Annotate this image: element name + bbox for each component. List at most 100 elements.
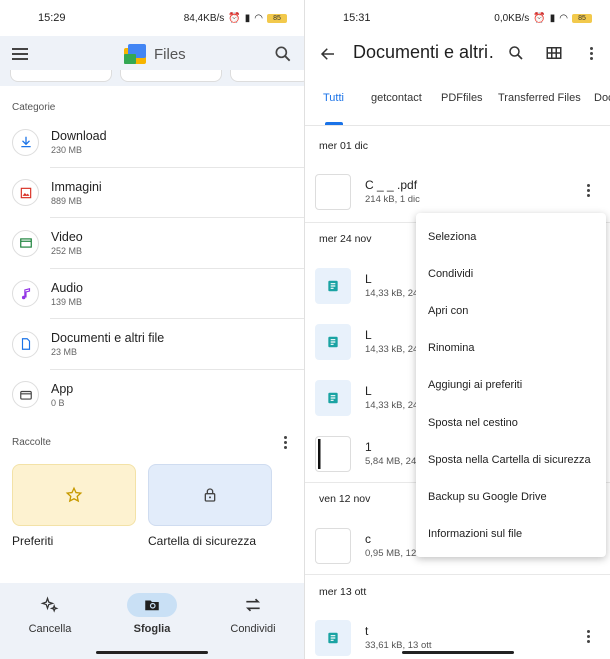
date-header: mer 13 ott: [319, 586, 367, 598]
category-documents[interactable]: Documenti e altri file 23 MB: [0, 319, 305, 370]
tab-transferred-files[interactable]: Transferred Files: [498, 92, 581, 104]
file-thumbnail: [315, 380, 351, 416]
signal-icon: ▮: [549, 12, 556, 24]
menu-item-move-to-safe-folder[interactable]: Sposta nella Cartella di sicurezza: [416, 441, 606, 478]
category-name: Documenti e altri file: [51, 331, 165, 346]
category-video[interactable]: Video 252 MB: [0, 218, 305, 269]
video-icon: [19, 238, 32, 248]
tab-pdffiles[interactable]: PDFfiles: [441, 92, 483, 104]
search-icon[interactable]: [273, 44, 293, 64]
nav-share[interactable]: Condividi: [203, 593, 303, 635]
collection-label: Cartella di sicurezza: [148, 534, 257, 548]
folder-tabs: Tutti getcontact PDFfiles Transferred Fi…: [305, 80, 610, 126]
file-thumbnail: [315, 528, 351, 564]
chip[interactable]: [230, 70, 305, 82]
menu-item-file-info[interactable]: Informazioni sul file: [416, 516, 606, 553]
wifi-icon: ◠: [559, 12, 568, 24]
file-name: c: [365, 532, 371, 546]
category-name: App: [51, 381, 74, 396]
collections-label: Raccolte: [12, 436, 51, 448]
battery-icon: 85: [267, 13, 287, 23]
document-icon: [21, 338, 30, 351]
nav-label: Cancella: [28, 623, 72, 635]
status-bar: 15:31 0,0KB/s ⏰ ▮ ◠ 85: [305, 0, 610, 36]
menu-item-rename[interactable]: Rinomina: [416, 330, 606, 367]
category-size: 23 MB: [51, 347, 78, 358]
file-name: t: [365, 624, 369, 638]
tab-documents[interactable]: Doc: [594, 92, 610, 104]
category-images[interactable]: Immagini 889 MB: [0, 168, 305, 218]
file-name: C _ _ .pdf: [365, 178, 418, 192]
files-browse-screen: 15:29 84,4KB/s ⏰ ▮ ◠ 85 Files Categorie …: [0, 0, 305, 659]
category-app[interactable]: App 0 B: [0, 370, 305, 421]
category-name: Download: [51, 129, 107, 144]
category-download[interactable]: Download 230 MB: [0, 117, 305, 168]
more-vert-icon[interactable]: [277, 434, 293, 450]
image-icon: [20, 187, 31, 198]
wifi-icon: ◠: [254, 12, 263, 24]
menu-item-move-to-trash[interactable]: Sposta nel cestino: [416, 404, 606, 441]
menu-item-add-favorites[interactable]: Aggiungi ai preferiti: [416, 367, 606, 404]
category-size: 0 B: [51, 397, 65, 408]
chip[interactable]: [120, 70, 222, 82]
category-audio[interactable]: Audio 139 MB: [0, 269, 305, 319]
lock-icon: [204, 488, 216, 502]
tab-getcontact[interactable]: getcontact: [371, 92, 422, 104]
swap-icon: [245, 598, 261, 612]
category-name: Video: [51, 230, 83, 245]
collection-safe-folder[interactable]: Cartella di sicurezza: [148, 464, 272, 548]
menu-item-open-with[interactable]: Apri con: [416, 292, 606, 329]
text-doc-icon: [328, 336, 338, 348]
bottom-navigation: Cancella Sfoglia Condividi: [0, 583, 305, 659]
category-size: 230 MB: [51, 145, 83, 156]
sparkle-icon: [40, 596, 59, 613]
music-icon: [21, 287, 30, 299]
storage-chips: [0, 70, 305, 86]
browse-icon: [145, 600, 159, 611]
menu-item-backup-drive[interactable]: Backup su Google Drive: [416, 478, 606, 515]
app-icon: [19, 390, 32, 400]
category-size: 139 MB: [51, 296, 83, 307]
star-icon: [65, 486, 83, 503]
status-time: 15:31: [343, 12, 371, 24]
app-title: Files: [154, 45, 186, 63]
menu-item-select[interactable]: Seleziona: [416, 218, 606, 255]
network-speed: 84,4KB/s: [183, 12, 225, 24]
date-header: mer 24 nov: [319, 233, 372, 245]
network-speed: 0,0KB/s: [494, 12, 530, 24]
alarm-icon: ⏰: [533, 12, 546, 24]
category-name: Immagini: [51, 179, 102, 194]
file-name: L: [365, 328, 372, 342]
file-meta: 14,33 kB, 24: [365, 400, 419, 411]
nav-browse[interactable]: Sfoglia: [102, 593, 202, 635]
back-arrow-icon[interactable]: [319, 45, 337, 63]
status-time: 15:29: [38, 12, 66, 24]
collection-favorites[interactable]: Preferiti: [12, 464, 136, 548]
tab-all[interactable]: Tutti: [323, 92, 344, 104]
grid-view-icon[interactable]: [545, 44, 563, 62]
more-vert-icon[interactable]: [580, 628, 596, 644]
files-logo-icon: [124, 44, 146, 64]
file-name: 1: [365, 440, 372, 454]
alarm-icon: ⏰: [228, 12, 241, 24]
menu-icon[interactable]: [12, 44, 32, 64]
search-icon[interactable]: [507, 44, 525, 62]
categories-label: Categorie: [12, 102, 56, 113]
menu-item-share[interactable]: Condividi: [416, 255, 606, 292]
page-title: Documenti e altri…: [353, 42, 493, 62]
date-header: mer 01 dic: [319, 140, 369, 152]
category-size: 889 MB: [51, 195, 83, 206]
nav-label: Sfoglia: [133, 623, 171, 635]
chip[interactable]: [10, 70, 112, 82]
file-name: L: [365, 272, 372, 286]
file-meta: 33,61 kB, 13 ott: [365, 640, 432, 651]
more-vert-icon[interactable]: [580, 182, 596, 198]
file-row[interactable]: t 33,61 kB, 13 ott: [315, 616, 610, 656]
nav-clean[interactable]: Cancella: [0, 593, 100, 635]
file-thumbnail: [315, 268, 351, 304]
category-name: Audio: [51, 280, 83, 295]
more-vert-icon[interactable]: [583, 45, 599, 61]
top-app-bar: Documenti e altri…: [305, 36, 610, 72]
file-row[interactable]: C _ _ .pdf 214 kB, 1 dic: [315, 170, 610, 210]
file-thumbnail: [315, 436, 351, 472]
